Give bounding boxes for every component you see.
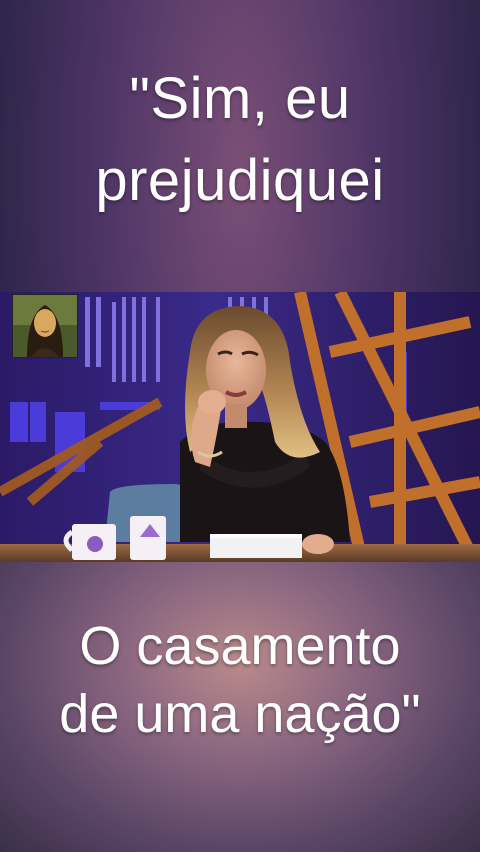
top-caption-line-2: prejudiquei (95, 148, 385, 214)
mug-right (130, 516, 166, 560)
bottom-caption-line-1: O casamento (79, 616, 401, 676)
bottom-caption-line-2: de uma nação" (59, 684, 421, 745)
bottom-caption: O casamento de uma nação" (0, 612, 480, 748)
mug-left (63, 524, 116, 560)
top-caption: "Sim, eu prejudiquei (0, 58, 480, 223)
top-caption-line-1: "Sim, eu (129, 66, 351, 131)
mona-lisa-avatar (12, 294, 78, 358)
